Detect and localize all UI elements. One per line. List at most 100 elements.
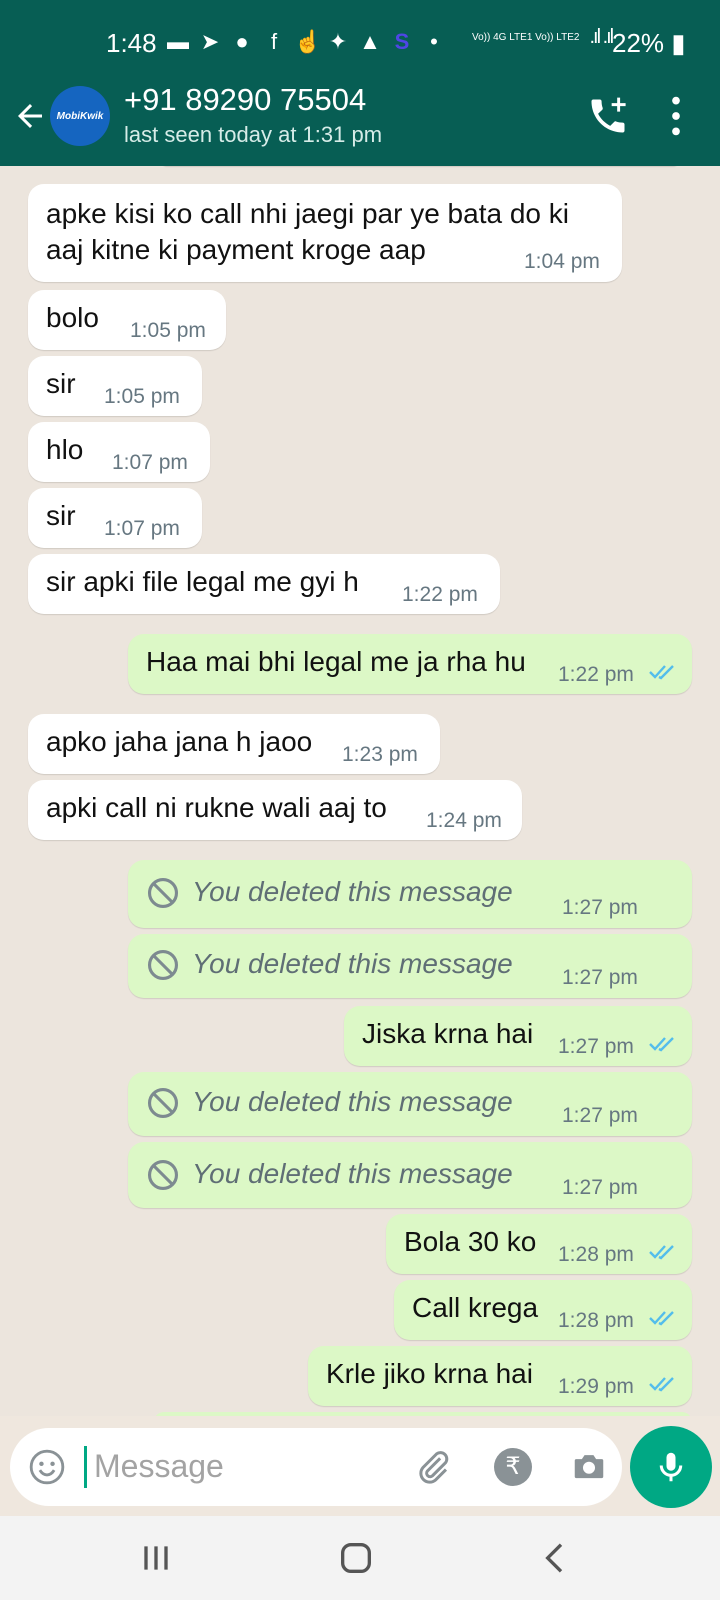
message-outgoing[interactable]: Bola 30 ko 1:28 pm <box>386 1214 692 1274</box>
message-text: Krle jiko krna hai <box>326 1358 533 1389</box>
contact-name[interactable]: +91 89290 75504 <box>124 82 366 118</box>
message-outgoing[interactable]: Jiska krna hai 1:27 pm <box>344 1006 692 1066</box>
message-incoming[interactable]: sir 1:05 pm <box>28 356 202 416</box>
message-text: You deleted this message <box>192 1086 513 1117</box>
status-time: 1:48 <box>106 28 157 58</box>
message-time: 1:05 pm <box>104 385 180 408</box>
message-time: 1:27 pm <box>562 896 638 919</box>
avatar-logo: MobiKwik <box>56 110 104 122</box>
read-ticks-icon <box>649 1311 674 1326</box>
message-time: 1:27 pm <box>558 1035 634 1058</box>
deleted-message[interactable]: You deleted this message 1:27 pm <box>128 1142 692 1208</box>
deleted-ban-icon <box>147 1159 179 1191</box>
deleted-ban-icon <box>147 949 179 981</box>
message-outgoing[interactable]: Krle jiko krna hai 1:29 pm <box>308 1346 692 1406</box>
message-time: 1:23 pm <box>342 743 418 766</box>
emoji-icon[interactable] <box>28 1448 66 1486</box>
network-indicator: Vo)) 4G LTE1 Vo)) LTE2 .ıl .ıl <box>472 26 614 48</box>
message-incoming[interactable]: sir 1:07 pm <box>28 488 202 548</box>
status-bar: 1:48 ▬ ➤ ● f ☝ ✦ ▲ S • Vo)) 4G LTE1 Vo))… <box>0 0 720 88</box>
more-notifications-icon: • <box>430 29 438 54</box>
gallery-icon: ▲ <box>359 29 381 54</box>
message-text: You deleted this message <box>192 1158 513 1189</box>
notification-icons: ▬ ➤ ● f ☝ ✦ ▲ S • <box>166 30 446 54</box>
message-time: 1:22 pm <box>402 583 478 606</box>
deleted-ban-icon <box>147 1087 179 1119</box>
top-bar: 1:48 ▬ ➤ ● f ☝ ✦ ▲ S • Vo)) 4G LTE1 Vo))… <box>0 0 720 166</box>
message-text: Jiska krna hai <box>362 1018 534 1049</box>
facebook-icon: f <box>270 29 278 54</box>
message-text: hlo <box>46 434 84 465</box>
message-incoming[interactable]: apke kisi ko call nhi jaegi par ye bata … <box>28 184 622 282</box>
message-time: 1:29 pm <box>558 1375 634 1398</box>
chat-header: MobiKwik +91 89290 75504 last seen today… <box>0 80 720 166</box>
voice-record-button[interactable] <box>630 1426 712 1508</box>
read-ticks-icon <box>649 665 674 680</box>
avatar[interactable]: MobiKwik <box>50 86 110 146</box>
payment-rupee-icon[interactable]: ₹ <box>494 1448 532 1486</box>
last-seen-status: last seen today at 1:31 pm <box>124 122 383 147</box>
message-text: sir apki file legal me gyi h <box>46 566 359 597</box>
back-nav-icon[interactable] <box>536 1538 576 1578</box>
message-input[interactable]: Message <box>94 1448 224 1485</box>
message-text: Call krega <box>412 1292 539 1323</box>
gesture-icon: ☝ <box>294 29 322 54</box>
message-time: 1:27 pm <box>562 1176 638 1199</box>
message-text: apko jaha jana h jaoo <box>46 726 313 757</box>
attach-icon[interactable] <box>414 1448 452 1486</box>
more-options-icon[interactable] <box>664 94 688 138</box>
home-icon[interactable] <box>336 1538 376 1578</box>
message-time: 1:24 pm <box>426 809 502 832</box>
message-input-bar: Message ₹ <box>10 1428 622 1506</box>
message-time: 1:27 pm <box>562 966 638 989</box>
s-app-icon: S <box>394 29 410 54</box>
message-time: 1:28 pm <box>558 1243 634 1266</box>
system-nav-bar <box>0 1516 720 1600</box>
message-time: 1:22 pm <box>558 663 634 686</box>
message-incoming[interactable]: apko jaha jana h jaoo 1:23 pm <box>28 714 440 774</box>
message-text-line-2: aaj kitne ki payment kroge aap <box>46 234 426 265</box>
read-ticks-icon <box>649 1245 674 1260</box>
message-time: 1:28 pm <box>558 1309 634 1332</box>
message-text: sir <box>46 500 76 531</box>
camera-icon[interactable] <box>570 1448 608 1486</box>
battery-level: 22% ▮ <box>612 28 686 58</box>
twitter-icon: ✦ <box>328 29 348 54</box>
message-text: Bola 30 ko <box>404 1226 537 1257</box>
message-text: Haa mai bhi legal me ja rha hu <box>146 646 526 677</box>
back-arrow-icon[interactable] <box>12 98 48 134</box>
deleted-ban-icon <box>147 877 179 909</box>
message-text: sir <box>46 368 76 399</box>
message-time: 1:04 pm <box>524 250 600 273</box>
messenger-icon: ● <box>235 29 249 54</box>
network-label: Vo)) 4G LTE1 Vo)) LTE2 <box>472 32 580 43</box>
recent-apps-icon[interactable] <box>136 1538 176 1578</box>
message-text-line-1: apke kisi ko call nhi jaegi par ye bata … <box>46 198 569 229</box>
message-text: You deleted this message <box>192 876 513 907</box>
message-time: 1:27 pm <box>562 1104 638 1127</box>
read-ticks-icon <box>649 1377 674 1392</box>
message-time: 1:07 pm <box>112 451 188 474</box>
message-icon: ▬ <box>167 29 189 54</box>
add-call-icon[interactable] <box>586 94 630 138</box>
deleted-message[interactable]: You deleted this message 1:27 pm <box>128 934 692 998</box>
deleted-message[interactable]: You deleted this message 1:27 pm <box>128 860 692 928</box>
message-text: You deleted this message <box>192 948 513 979</box>
message-outgoing[interactable]: Call krega 1:28 pm <box>394 1280 692 1340</box>
message-bubble-partial <box>154 1412 692 1416</box>
battery-percent: 22% <box>612 28 665 58</box>
message-time: 1:05 pm <box>130 319 206 342</box>
mic-icon <box>659 1452 683 1482</box>
message-text: bolo <box>46 302 99 333</box>
text-cursor <box>84 1446 87 1488</box>
message-incoming[interactable]: sir apki file legal me gyi h 1:22 pm <box>28 554 500 614</box>
message-outgoing[interactable]: Haa mai bhi legal me ja rha hu 1:22 pm <box>128 634 692 694</box>
message-incoming[interactable]: hlo 1:07 pm <box>28 422 210 482</box>
message-incoming[interactable]: bolo 1:05 pm <box>28 290 226 350</box>
message-incoming[interactable]: apki call ni rukne wali aaj to 1:24 pm <box>28 780 522 840</box>
signal-bars-icon: .ıl .ıl <box>589 26 614 48</box>
message-text: apki call ni rukne wali aaj to <box>46 792 387 823</box>
message-time: 1:07 pm <box>104 517 180 540</box>
chat-area[interactable]: apke kisi ko call nhi jaegi par ye bata … <box>0 166 720 1416</box>
deleted-message[interactable]: You deleted this message 1:27 pm <box>128 1072 692 1136</box>
